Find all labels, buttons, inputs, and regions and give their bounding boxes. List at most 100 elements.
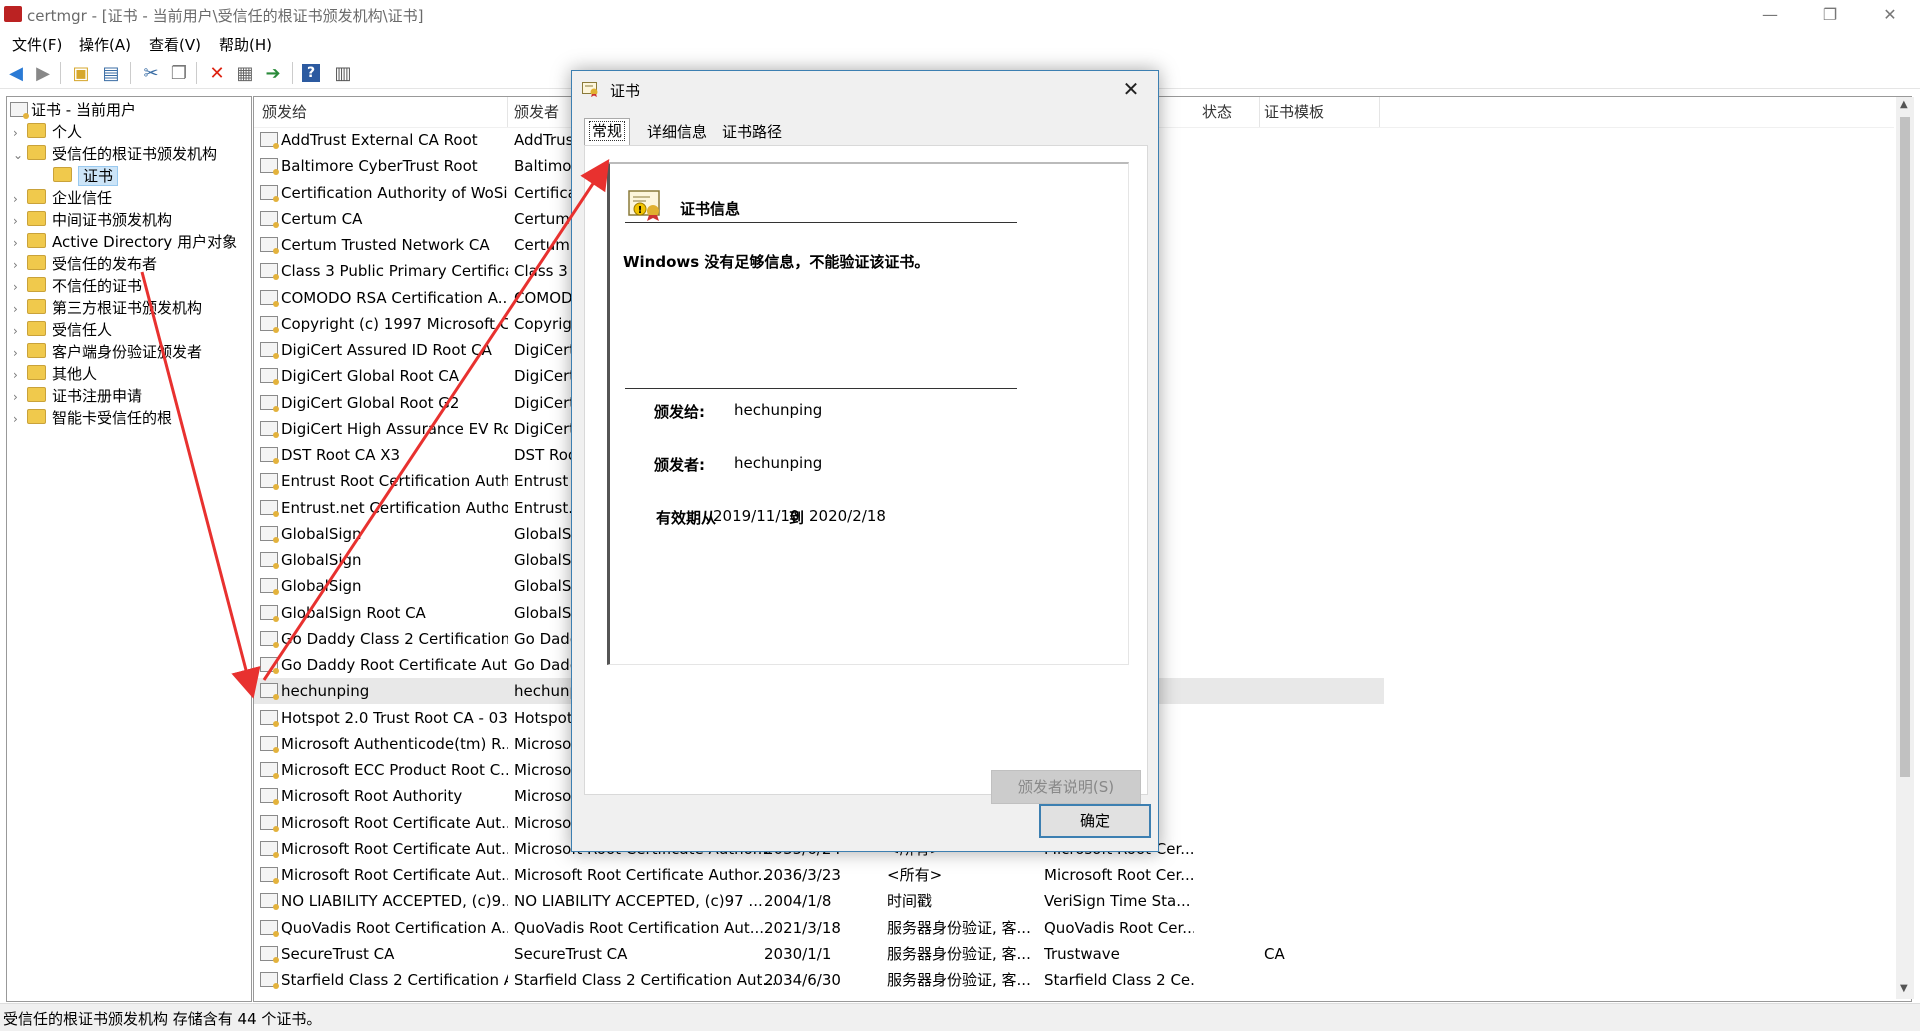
chevron-right-icon[interactable]: ›: [13, 320, 27, 342]
certificate-icon: [260, 525, 279, 543]
tree-item-active-directory[interactable]: › Active Directory 用户对象: [13, 231, 237, 253]
divider: [625, 388, 1017, 389]
tab-certification-path[interactable]: 证书路径: [718, 120, 786, 144]
cell-issued-by-text: DST Roo: [514, 446, 578, 464]
tree-item-trusted-root[interactable]: ⌄ 受信任的根证书颁发机构: [13, 143, 217, 165]
certificate-icon: [260, 447, 279, 464]
column-status[interactable]: 状态: [1202, 101, 1232, 122]
table-row[interactable]: Microsoft Root Certificate Aut... Microso…: [254, 862, 1384, 888]
certificate-icon: [260, 919, 279, 937]
chevron-right-icon[interactable]: ›: [13, 298, 27, 320]
chevron-right-icon[interactable]: ›: [13, 122, 27, 144]
column-separator[interactable]: [1259, 97, 1260, 127]
cell-issued-to: Starfield Class 2 Certification A...: [260, 967, 508, 993]
cell-issued-by-text: Go Dadd: [514, 656, 580, 674]
tree-item-smart-card-root[interactable]: › 智能卡受信任的根: [13, 407, 172, 429]
cell-purpose: 服务器身份验证, 客...: [887, 941, 1037, 967]
tree-item-intermediate-ca[interactable]: › 中间证书颁发机构: [13, 209, 172, 231]
cut-icon[interactable]: ✂: [140, 62, 162, 84]
cell-issued-to-text: Certification Authority of WoSi...: [281, 183, 508, 202]
cell-issued-to-text: Baltimore CyberTrust Root: [281, 157, 478, 176]
table-row[interactable]: Starfield Class 2 Certification A... Star…: [254, 967, 1384, 993]
menu-file[interactable]: 文件(F): [12, 34, 62, 55]
cell-issued-to: Certification Authority of WoSi...: [260, 180, 508, 206]
column-separator[interactable]: [507, 97, 508, 127]
view-icon[interactable]: ▥: [332, 62, 354, 84]
cell-issued-to-text: QuoVadis Root Certification A...: [281, 918, 508, 937]
issuer-statement-button[interactable]: 颁发者说明(S): [991, 770, 1141, 804]
vertical-scrollbar[interactable]: ▲ ▼: [1896, 97, 1914, 999]
cell-issued-to-text: DigiCert Assured ID Root CA: [281, 341, 492, 359]
table-row[interactable]: QuoVadis Root Certification A... QuoVadis…: [254, 915, 1384, 941]
tree-item-untrusted[interactable]: › 不信任的证书: [13, 275, 142, 297]
chevron-right-icon[interactable]: ›: [13, 188, 27, 210]
certificate-dialog: 证书 ✕ 常规 详细信息 证书路径 ! 证书信息 Windows 没有足够信息，…: [571, 70, 1159, 852]
tree-item-trusted-people[interactable]: › 受信任人: [13, 319, 112, 341]
show-hide-tree-icon[interactable]: ▤: [100, 62, 122, 84]
column-separator[interactable]: [1379, 97, 1380, 127]
dialog-close-button[interactable]: ✕: [1118, 77, 1144, 103]
cell-friendly-name-text: QuoVadis Root Cer...: [1044, 918, 1194, 937]
tree-item-enrollment-requests[interactable]: › 证书注册申请: [13, 385, 142, 407]
menu-help[interactable]: 帮助(H): [219, 34, 272, 55]
cell-issued-to: DigiCert High Assurance EV Ro...: [260, 416, 508, 442]
column-issued-to[interactable]: 颁发给: [262, 101, 307, 122]
menu-view[interactable]: 查看(V): [149, 34, 201, 55]
copy-icon[interactable]: ❐: [168, 62, 190, 84]
window-title-bar: certmgr - [证书 - 当前用户\受信任的根证书颁发机构\证书] — ❐…: [0, 0, 1920, 30]
folder-icon: [27, 233, 46, 248]
forward-icon[interactable]: ▶: [32, 62, 54, 84]
chevron-right-icon[interactable]: ›: [13, 342, 27, 364]
help-icon[interactable]: ?: [302, 64, 320, 82]
cell-purpose: <所有>: [887, 862, 1037, 888]
back-icon[interactable]: ◀: [5, 62, 27, 84]
tree-item-third-party-root[interactable]: › 第三方根证书颁发机构: [13, 297, 202, 319]
tree-item-personal[interactable]: › 个人: [13, 121, 82, 143]
certificate-icon: [260, 158, 279, 176]
tab-details[interactable]: 详细信息: [643, 120, 711, 144]
chevron-right-icon[interactable]: ›: [13, 276, 27, 298]
cell-template: CA: [1264, 941, 1364, 967]
up-folder-icon[interactable]: ▣: [70, 62, 92, 84]
table-row[interactable]: NO LIABILITY ACCEPTED, (c)9... NO LIABILI…: [254, 888, 1384, 914]
tree-item-trusted-publishers[interactable]: › 受信任的发布者: [13, 253, 157, 275]
scrollbar-thumb[interactable]: [1900, 117, 1910, 777]
ok-button[interactable]: 确定: [1039, 804, 1151, 838]
menu-action[interactable]: 操作(A): [79, 34, 131, 55]
cell-issued-by-text: Microsof: [514, 761, 577, 779]
tab-general[interactable]: 常规: [584, 118, 631, 146]
tree-item-certificates[interactable]: 证书: [53, 165, 119, 187]
chevron-right-icon[interactable]: ›: [13, 408, 27, 430]
chevron-right-icon[interactable]: ›: [13, 210, 27, 232]
certificate-icon: [582, 82, 598, 97]
column-template[interactable]: 证书模板: [1264, 101, 1324, 122]
column-issued-by[interactable]: 颁发者: [514, 101, 559, 122]
cell-issued-by-text: DigiCert: [514, 367, 576, 386]
cell-issued-to: hechunping: [260, 678, 508, 704]
chevron-right-icon[interactable]: ›: [13, 364, 27, 386]
cell-issued-to-text: Microsoft Root Authority: [281, 787, 463, 806]
cell-purpose-text: 服务器身份验证, 客...: [887, 918, 1031, 937]
scroll-up-icon[interactable]: ▲: [1900, 99, 1908, 110]
cell-purpose-text: 服务器身份验证, 客...: [887, 971, 1031, 989]
chevron-right-icon[interactable]: ›: [13, 232, 27, 254]
chevron-down-icon[interactable]: ⌄: [13, 144, 27, 166]
issued-to-label: 颁发给:: [654, 403, 705, 421]
restore-button[interactable]: ❐: [1800, 0, 1860, 30]
tree-item-client-auth-issuers[interactable]: › 客户端身份验证颁发者: [13, 341, 202, 363]
cell-issued-to: Microsoft Root Certificate Aut...: [260, 862, 508, 888]
certificate-icon: [260, 263, 279, 281]
close-button[interactable]: ✕: [1860, 0, 1920, 30]
tree-item-enterprise-trust[interactable]: › 企业信任: [13, 187, 112, 209]
delete-icon[interactable]: ✕: [206, 62, 228, 84]
tree-item-other-people[interactable]: › 其他人: [13, 363, 97, 385]
chevron-right-icon[interactable]: ›: [13, 386, 27, 408]
cell-issued-by-text: DigiCert: [514, 393, 576, 412]
properties-icon[interactable]: ▦: [234, 62, 256, 84]
scroll-down-icon[interactable]: ▼: [1900, 983, 1908, 994]
minimize-button[interactable]: —: [1740, 0, 1800, 30]
tree-root[interactable]: 证书 - 当前用户: [10, 99, 136, 121]
table-row[interactable]: SecureTrust CA SecureTrust CA 2030/1/1 服务器身…: [254, 941, 1384, 967]
chevron-right-icon[interactable]: ›: [13, 254, 27, 276]
export-icon[interactable]: ➔: [262, 62, 284, 84]
